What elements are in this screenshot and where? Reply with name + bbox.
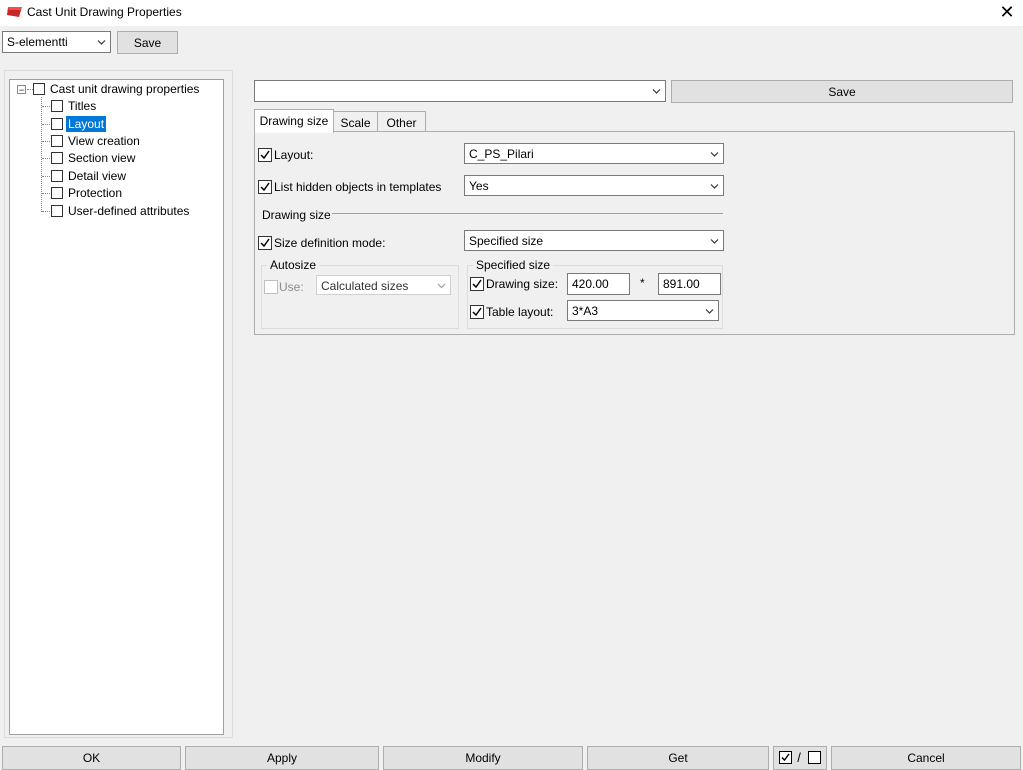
tab-drawing-size[interactable]: Drawing size [254, 109, 334, 133]
check-all-icon [779, 751, 792, 764]
check-icon [260, 182, 270, 192]
tree-item-label: Detail view [68, 169, 127, 183]
uncheck-all-icon [808, 751, 821, 764]
tab-label: Other [386, 116, 417, 130]
get-button[interactable]: Get [587, 746, 769, 770]
table-layout-dropdown[interactable]: 3*A3 [567, 300, 719, 321]
chevron-down-icon [437, 283, 446, 289]
tab-label: Scale [340, 116, 371, 130]
check-icon [472, 307, 482, 317]
tree-item-checkbox[interactable] [51, 152, 63, 164]
get-label: Get [668, 751, 688, 765]
drawing-size-section-title: Drawing size [262, 208, 331, 222]
layout-label: Layout: [274, 148, 314, 162]
autosize-value: Calculated sizes [321, 279, 409, 293]
tree-collapse-icon[interactable]: − [17, 85, 26, 95]
tab-other[interactable]: Other [377, 111, 426, 132]
drawing-height-value: 891.00 [663, 277, 700, 291]
tree-item-checkbox[interactable] [51, 187, 63, 199]
preset-value: S-elementti [7, 35, 68, 49]
size-separator: * [640, 276, 645, 290]
tab-label: Drawing size [259, 114, 329, 128]
tree-root-checkbox[interactable] [33, 83, 45, 95]
tree-root-label: Cast unit drawing properties [50, 82, 200, 96]
chevron-down-icon [652, 89, 661, 94]
chevron-down-icon [710, 151, 719, 157]
table-layout-checkbox[interactable] [470, 305, 484, 319]
table-layout-value: 3*A3 [572, 303, 599, 318]
chevron-down-icon [97, 40, 106, 45]
tree-item-checkbox[interactable] [51, 170, 63, 182]
check-icon [260, 150, 270, 160]
toggle-separator: / [797, 750, 801, 765]
drawing-width-value: 420.00 [572, 277, 609, 291]
list-hidden-dropdown[interactable]: Yes [464, 175, 724, 196]
autosize-use-checkbox[interactable] [264, 280, 278, 294]
window-title: Cast Unit Drawing Properties [27, 5, 182, 19]
tree-item-label: View creation [68, 134, 140, 148]
list-hidden-label: List hidden objects in templates [274, 180, 442, 194]
size-mode-checkbox[interactable] [258, 236, 272, 250]
settings-preset-dropdown[interactable] [254, 80, 666, 102]
preset-save-label: Save [133, 35, 162, 50]
list-hidden-value: Yes [469, 178, 489, 193]
drawing-size-label: Drawing size: [486, 277, 559, 291]
autosize-title: Autosize [267, 258, 320, 272]
settings-save-label: Save [828, 84, 856, 99]
tree-item-label: Protection [68, 186, 123, 200]
size-mode-dropdown[interactable]: Specified size [464, 230, 724, 251]
tree-item-label: Titles [68, 99, 97, 113]
layout-dropdown[interactable]: C_PS_Pilari [464, 143, 724, 164]
drawing-size-checkbox[interactable] [470, 277, 484, 291]
size-mode-label: Size definition mode: [274, 236, 386, 250]
chevron-down-icon [710, 183, 719, 189]
tree-item-label: Section view [68, 151, 136, 165]
autosize-use-label: Use: [279, 280, 304, 294]
list-hidden-checkbox[interactable] [258, 180, 272, 194]
table-layout-label: Table layout: [486, 305, 554, 319]
tree-item-checkbox[interactable] [51, 100, 63, 112]
tekla-app-icon [7, 7, 22, 17]
settings-save-button[interactable]: Save [671, 80, 1013, 103]
layout-checkbox[interactable] [258, 148, 272, 162]
cancel-label: Cancel [907, 751, 945, 765]
toggle-all-button[interactable]: / [773, 746, 827, 770]
apply-label: Apply [266, 751, 298, 765]
ok-button[interactable]: OK [2, 746, 181, 770]
tree-item-label: User-defined attributes [68, 204, 190, 218]
drawing-width-input[interactable]: 420.00 [567, 273, 630, 295]
chevron-down-icon [710, 238, 719, 244]
tree-item-label: Layout [66, 116, 107, 132]
tree-item-checkbox[interactable] [51, 135, 63, 147]
layout-value: C_PS_Pilari [469, 146, 534, 161]
check-icon [472, 279, 482, 289]
modify-button[interactable]: Modify [383, 746, 583, 770]
section-divider [332, 213, 723, 214]
autosize-dropdown[interactable]: Calculated sizes [316, 275, 451, 295]
tree-item-checkbox[interactable] [51, 118, 63, 130]
cancel-button[interactable]: Cancel [831, 746, 1021, 770]
ok-label: OK [82, 751, 101, 765]
modify-label: Modify [465, 751, 501, 765]
preset-dropdown[interactable]: S-elementti [2, 31, 111, 53]
drawing-height-input[interactable]: 891.00 [658, 273, 721, 295]
preset-save-button[interactable]: Save [117, 31, 178, 54]
tree-item-checkbox[interactable] [51, 205, 63, 217]
chevron-down-icon [705, 308, 714, 314]
check-icon [260, 238, 270, 248]
apply-button[interactable]: Apply [185, 746, 379, 770]
close-icon[interactable]: ✕ [997, 2, 1017, 22]
size-mode-value: Specified size [469, 233, 544, 248]
specified-size-title: Specified size [473, 258, 554, 272]
tab-scale[interactable]: Scale [332, 111, 379, 132]
